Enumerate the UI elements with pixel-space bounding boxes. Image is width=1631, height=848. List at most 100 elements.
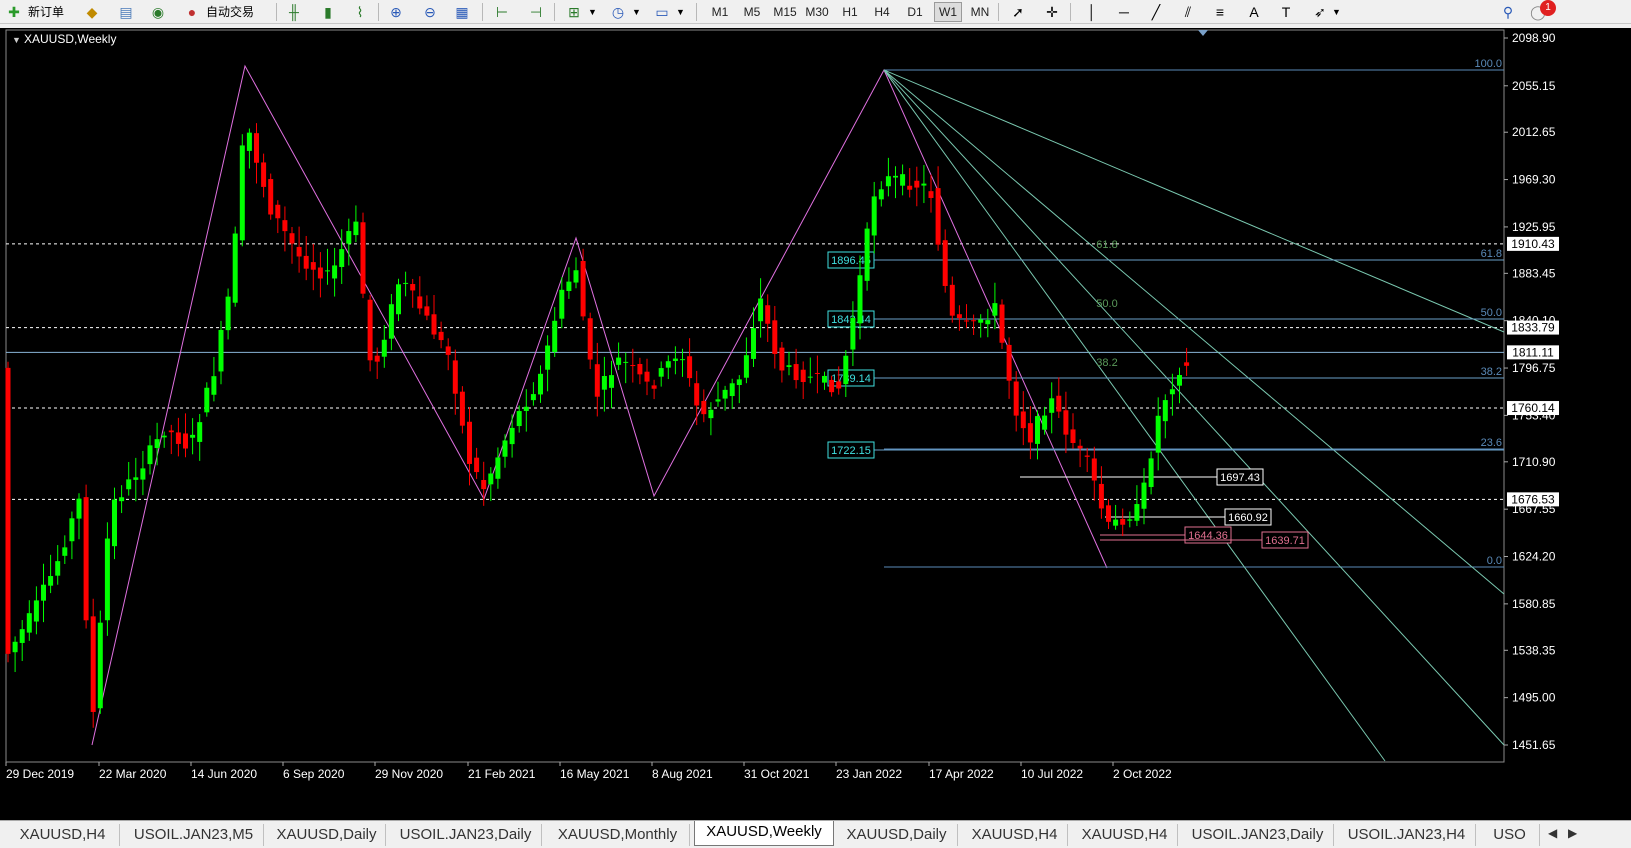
chart-tab[interactable]: USOIL.JAN23,M5 bbox=[124, 824, 264, 846]
periods-dropdown-icon[interactable]: ▼ bbox=[632, 2, 641, 22]
text-label-icon[interactable]: T bbox=[1276, 2, 1296, 22]
chart-tab[interactable]: USOIL.JAN23,Daily bbox=[390, 824, 542, 846]
date-axis-label: 10 Jul 2022 bbox=[1021, 767, 1083, 781]
candle-body bbox=[1134, 504, 1140, 521]
price-axis-label: 2012.65 bbox=[1512, 125, 1556, 139]
candlestick-icon[interactable]: ▮ bbox=[318, 2, 338, 22]
fibonacci-level-label: 0.0 bbox=[1487, 555, 1502, 567]
chart-tab[interactable]: XAUUSD,H4 bbox=[1072, 824, 1178, 846]
candle-body bbox=[1027, 423, 1033, 443]
shift-marker-icon bbox=[1198, 30, 1208, 36]
candle-body bbox=[814, 372, 820, 374]
timeframe-m5[interactable]: M5 bbox=[738, 2, 766, 22]
horizontal-line-icon[interactable]: ─ bbox=[1114, 2, 1134, 22]
chart-tab[interactable]: XAUUSD,Daily bbox=[836, 824, 958, 846]
price-chart[interactable]: ▼ XAUUSD,Weekly 2098.90 2055.15 2012.65 1969.… bbox=[0, 28, 1631, 820]
auto-trading-button[interactable]: 自动交易 bbox=[206, 2, 254, 22]
indicators-dropdown-icon[interactable]: ▼ bbox=[588, 2, 597, 22]
chart-tab[interactable]: USOIL.JAN23,Daily bbox=[1182, 824, 1334, 846]
tab-scroll-right-icon[interactable]: ▶ bbox=[1568, 826, 1577, 840]
autoscroll-icon[interactable]: ⊣ bbox=[526, 2, 546, 22]
candle-body bbox=[218, 329, 224, 372]
trendline-icon[interactable]: ╱ bbox=[1146, 2, 1166, 22]
chart-tab[interactable]: USOIL.JAN23,H4 bbox=[1338, 824, 1476, 846]
candle-body bbox=[246, 132, 252, 151]
candle-body bbox=[1098, 483, 1104, 509]
price-axis-label: 1969.30 bbox=[1512, 173, 1556, 187]
chart-menu-icon: ▼ bbox=[12, 35, 21, 45]
zoom-out-icon[interactable]: ⊖ bbox=[420, 2, 440, 22]
chart-shift-icon[interactable]: ⊢ bbox=[492, 2, 512, 22]
tab-scroll-left-icon[interactable]: ◀ bbox=[1548, 826, 1557, 840]
timeframe-m30[interactable]: M30 bbox=[803, 2, 831, 22]
line-chart-icon[interactable]: ⌇ bbox=[350, 2, 370, 22]
chart-window[interactable]: ▼ XAUUSD,Weekly 2098.90 2055.15 2012.65 1969.… bbox=[0, 28, 1631, 820]
timeframe-h4[interactable]: H4 bbox=[868, 2, 896, 22]
zoom-in-icon[interactable]: ⊕ bbox=[386, 2, 406, 22]
chart-tab[interactable]: USO bbox=[1480, 824, 1540, 846]
timeframe-mn[interactable]: MN bbox=[966, 2, 994, 22]
timeframe-h1[interactable]: H1 bbox=[836, 2, 864, 22]
text-icon[interactable]: A bbox=[1244, 2, 1264, 22]
date-axis-label: 8 Aug 2021 bbox=[652, 767, 713, 781]
candle-body bbox=[374, 355, 380, 362]
equidistant-channel-icon[interactable]: ⫽ bbox=[1178, 2, 1198, 22]
auto-trading-icon[interactable]: ● bbox=[182, 2, 202, 22]
alert-badge[interactable]: 1 bbox=[1540, 0, 1556, 16]
periods-icon[interactable]: ◷ bbox=[608, 2, 628, 22]
chart-tab[interactable]: XAUUSD,H4 bbox=[6, 824, 120, 846]
search-icon[interactable]: ⚲ bbox=[1498, 2, 1518, 22]
chart-tab[interactable]: XAUUSD,H4 bbox=[962, 824, 1068, 846]
candle-body bbox=[346, 231, 352, 244]
candle-body bbox=[715, 399, 721, 402]
candle-body bbox=[751, 328, 756, 359]
fibonacci-level-label: 100.0 bbox=[1474, 58, 1502, 70]
templates-icon[interactable]: ▭ bbox=[652, 2, 672, 22]
timeframe-d1[interactable]: D1 bbox=[901, 2, 929, 22]
chart-tab[interactable]: XAUUSD,Weekly bbox=[694, 821, 834, 846]
candle-body bbox=[33, 600, 39, 622]
candle-body bbox=[722, 389, 728, 399]
candle-body bbox=[502, 440, 508, 457]
shapes-icon[interactable]: ➶ bbox=[1310, 2, 1330, 22]
candle-body bbox=[62, 547, 68, 556]
history-icon[interactable]: ◆ bbox=[82, 2, 102, 22]
candle-body bbox=[530, 394, 536, 401]
price-axis-label: 1624.20 bbox=[1512, 550, 1556, 564]
chart-tab[interactable]: XAUUSD,Daily bbox=[268, 824, 386, 846]
vertical-line-icon[interactable]: │ bbox=[1082, 2, 1102, 22]
indicators-icon[interactable]: ⊞ bbox=[564, 2, 584, 22]
shapes-dropdown-icon[interactable]: ▼ bbox=[1332, 2, 1341, 22]
date-axis-label: 31 Oct 2021 bbox=[744, 767, 810, 781]
candle-body bbox=[743, 355, 749, 378]
candle-body bbox=[594, 364, 600, 397]
fibonacci-icon[interactable]: ≡ bbox=[1210, 2, 1230, 22]
tile-windows-icon[interactable]: ▦ bbox=[452, 2, 472, 22]
candle-body bbox=[538, 373, 543, 395]
candle-body bbox=[637, 363, 643, 375]
cursor-icon[interactable]: ➚ bbox=[1008, 2, 1028, 22]
new-order-icon[interactable]: ✚ bbox=[4, 2, 24, 22]
crosshair-icon[interactable]: ✛ bbox=[1042, 2, 1062, 22]
candle-body bbox=[736, 379, 742, 386]
candle-body bbox=[1035, 416, 1040, 444]
candle-body bbox=[48, 576, 54, 586]
report-icon[interactable]: ▤ bbox=[116, 2, 136, 22]
fan-level-label: 50.0 bbox=[1096, 298, 1117, 310]
timeframe-m1[interactable]: M1 bbox=[706, 2, 734, 22]
timeframe-w1[interactable]: W1 bbox=[934, 2, 962, 22]
candle-body bbox=[495, 457, 501, 479]
candle-body bbox=[935, 188, 941, 245]
bar-chart-icon[interactable]: ╫ bbox=[284, 2, 304, 22]
signals-icon[interactable]: ◉ bbox=[148, 2, 168, 22]
candle-body bbox=[104, 538, 110, 621]
price-axis-label: 1883.45 bbox=[1512, 266, 1556, 280]
price-axis-label: 2055.15 bbox=[1512, 79, 1556, 93]
price-axis-label: 1451.65 bbox=[1512, 738, 1556, 752]
candle-body bbox=[978, 319, 984, 323]
new-order-button[interactable]: 新订单 bbox=[28, 2, 64, 22]
chart-tab[interactable]: XAUUSD,Monthly bbox=[546, 824, 690, 846]
timeframe-m15[interactable]: M15 bbox=[771, 2, 799, 22]
templates-dropdown-icon[interactable]: ▼ bbox=[676, 2, 685, 22]
candle-body bbox=[417, 296, 423, 309]
